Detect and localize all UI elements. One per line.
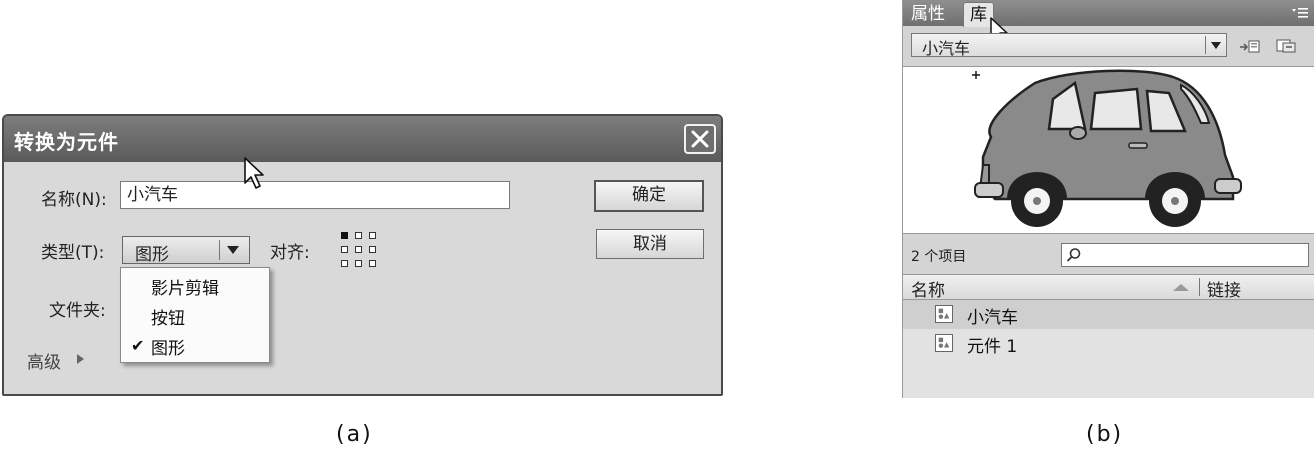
symbol-preview [903,66,1314,234]
expand-arrow-icon [77,354,84,364]
column-header-linkage[interactable]: 链接 [1207,276,1241,301]
dropdown-arrow-icon [1211,42,1221,49]
sort-arrow-icon[interactable] [1173,284,1189,291]
mouse-cursor-icon [244,157,264,189]
type-dropdown-menu: 影片剪辑 按钮 ✔ 图形 [120,267,270,363]
library-document-value: 小汽车 [922,39,971,58]
column-separator[interactable] [1199,278,1200,296]
library-search-input[interactable] [1061,243,1309,267]
library-panel: 属性 库 小汽车 2 个项目 名称 链接 小汽车 元件 1 [902,0,1314,398]
type-select[interactable]: 图形 [122,236,250,265]
type-select-value: 图形 [135,245,169,265]
cancel-button[interactable]: 取消 [596,229,704,259]
registration-grid-icon[interactable] [340,231,378,269]
folder-label: 文件夹: [49,301,106,321]
advanced-label: 高级 [27,353,61,373]
item-count: 2 个项目 [911,249,967,265]
dialog-title: 转换为元件 [14,130,119,154]
library-document-select[interactable]: 小汽车 [911,33,1227,58]
panel-tab-bar: 属性 库 [903,0,1314,27]
caption-a: (a) [336,422,373,447]
list-item-name: 元件 1 [967,337,1018,357]
list-item[interactable]: 小汽车 [903,300,1314,329]
car-symbol-preview [972,69,1242,227]
list-item-name: 小汽车 [967,308,1018,328]
menu-item-movie-clip[interactable]: 影片剪辑 [151,274,219,299]
new-symbol-icon[interactable] [1239,38,1261,54]
checkmark-icon: ✔ [131,336,145,355]
list-item[interactable]: 元件 1 [903,329,1314,358]
library-select-separator [1205,36,1206,54]
dropdown-arrow-icon [227,246,239,254]
ok-button[interactable]: 确定 [594,180,704,212]
menu-item-graphic[interactable]: 图形 [151,334,185,359]
menu-item-button[interactable]: 按钮 [151,304,185,329]
properties-icon[interactable] [1275,38,1297,54]
tab-properties[interactable]: 属性 [905,2,951,26]
close-button[interactable] [684,124,716,154]
library-item-list: 小汽车 元件 1 [903,300,1314,398]
name-label: 名称(N): [41,190,107,210]
column-header-name[interactable]: 名称 [911,276,945,301]
dialog-titlebar[interactable]: 转换为元件 [4,116,721,162]
panel-menu-icon[interactable] [1291,7,1309,19]
caption-b: (b) [1086,422,1124,447]
convert-to-symbol-dialog: 转换为元件 名称(N): 小汽车 确定 取消 类型(T): 图形 对齐: 文件夹… [2,114,723,396]
advanced-toggle[interactable]: 高级 [27,348,97,373]
name-input[interactable]: 小汽车 [120,181,510,209]
type-label: 类型(T): [41,243,105,263]
graphic-symbol-icon [935,305,953,323]
align-label: 对齐: [270,243,310,263]
graphic-symbol-icon [935,334,953,352]
library-list-header: 名称 链接 [903,274,1314,301]
close-icon [691,130,709,148]
search-icon [1066,248,1081,262]
type-select-separator [219,240,220,260]
